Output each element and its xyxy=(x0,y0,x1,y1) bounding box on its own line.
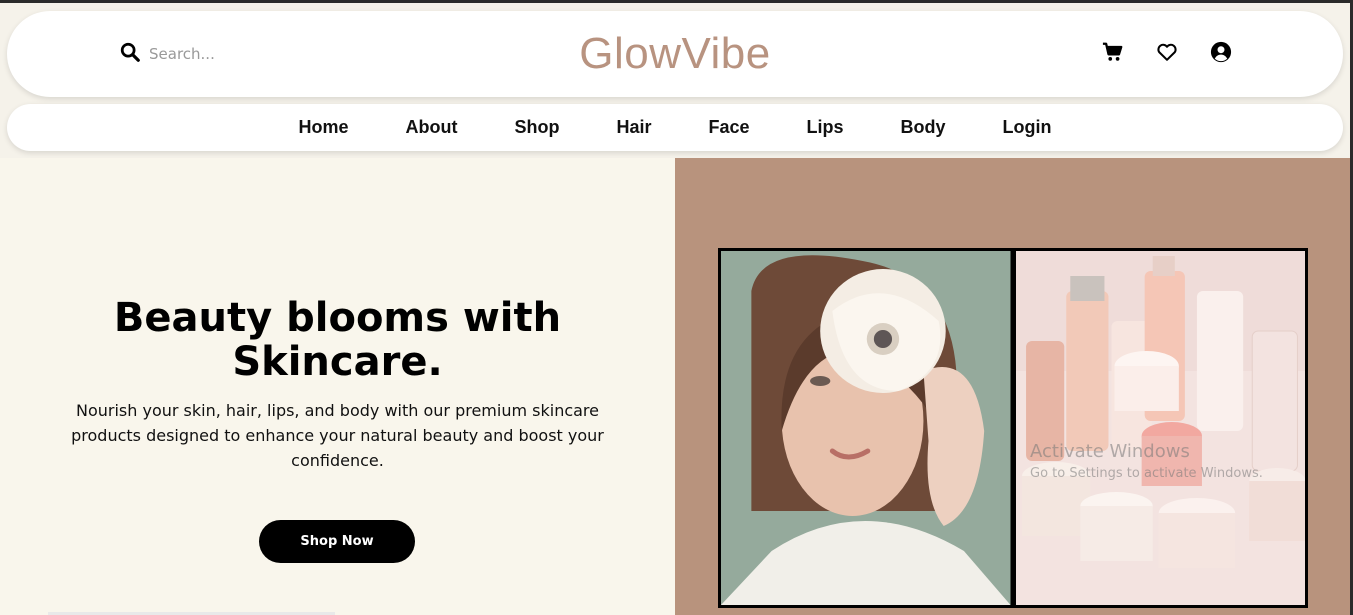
nav-face[interactable]: Face xyxy=(708,117,749,138)
hero-title: Beauty blooms with Skincare. xyxy=(0,296,675,384)
nav-lips[interactable]: Lips xyxy=(807,117,844,138)
watermark-line2: Go to Settings to activate Windows. xyxy=(1030,466,1263,481)
model-flower-image xyxy=(721,251,1011,605)
nav-login[interactable]: Login xyxy=(1003,117,1052,138)
hero-title-line2: Skincare. xyxy=(232,339,443,385)
main-nav: Home About Shop Hair Face Lips Body Logi… xyxy=(7,104,1343,151)
nav-shop[interactable]: Shop xyxy=(514,117,559,138)
heart-icon[interactable] xyxy=(1155,40,1179,64)
watermark-line1: Activate Windows xyxy=(1030,441,1190,462)
nav-home[interactable]: Home xyxy=(298,117,348,138)
nav-about[interactable]: About xyxy=(405,117,457,138)
hero-text-panel: Beauty blooms with Skincare. Nourish you… xyxy=(0,158,675,615)
hero-title-line1: Beauty blooms with xyxy=(113,295,562,341)
skincare-products-image xyxy=(1015,251,1305,605)
header-icons xyxy=(1101,40,1233,64)
hero-description: Nourish your skin, hair, lips, and body … xyxy=(71,401,604,470)
shop-now-button[interactable]: Shop Now xyxy=(259,520,415,563)
nav-hair[interactable]: Hair xyxy=(616,117,651,138)
top-header: GlowVibe xyxy=(7,11,1343,97)
hero-gallery xyxy=(718,248,1308,608)
nav-body[interactable]: Body xyxy=(901,117,946,138)
windows-activation-watermark: Activate Windows Go to Settings to activ… xyxy=(1030,441,1263,481)
page: GlowVibe Home About Shop Hair Face Lips … xyxy=(0,3,1350,615)
cart-icon[interactable] xyxy=(1101,40,1125,64)
user-icon[interactable] xyxy=(1209,40,1233,64)
hero-image-panel: Activate Windows Go to Settings to activ… xyxy=(675,158,1350,615)
